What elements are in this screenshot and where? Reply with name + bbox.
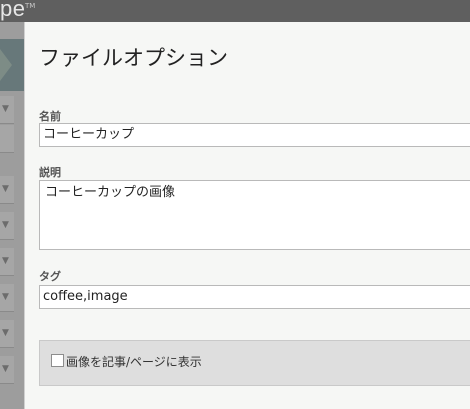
chevron-down-icon: ▼ — [2, 292, 9, 302]
show-image-checkbox[interactable] — [51, 354, 64, 367]
app-brand-logo: pe — [0, 0, 26, 21]
background-sidebar: ▼ ▼ ▼ ▼ ▼ ▼ ▼ — [0, 22, 24, 409]
sidebar-item[interactable]: ▼ — [0, 96, 14, 124]
sidebar-item[interactable]: ▼ — [0, 176, 14, 204]
file-options-dialog: ファイルオプション 名前 コーヒーカップ 説明 コーヒーカップの画像 タグ co… — [24, 22, 470, 409]
trademark-mark: TM — [25, 2, 36, 10]
top-bar: pe TM — [0, 0, 470, 22]
sidebar-ribbon-marker — [0, 39, 24, 91]
chevron-down-icon: ▼ — [2, 184, 9, 194]
sidebar-item[interactable]: ▼ — [0, 212, 14, 240]
chevron-down-icon: ▼ — [2, 104, 9, 114]
name-label: 名前 — [39, 110, 61, 123]
dialog-title: ファイルオプション — [39, 46, 228, 70]
tags-input[interactable]: coffee,image — [39, 285, 470, 309]
chevron-down-icon: ▼ — [2, 328, 9, 338]
description-textarea[interactable]: コーヒーカップの画像 — [39, 180, 470, 250]
sidebar-item[interactable]: ▼ — [0, 248, 14, 276]
display-options-panel: 画像を記事/ページに表示 — [39, 340, 470, 386]
description-label: 説明 — [39, 166, 61, 179]
show-image-label[interactable]: 画像を記事/ページに表示 — [66, 353, 202, 370]
sidebar-item[interactable]: ▼ — [0, 320, 14, 348]
tags-label: タグ — [39, 270, 61, 283]
sidebar-item[interactable]: ▼ — [0, 284, 14, 312]
sidebar-item[interactable] — [0, 125, 14, 153]
sidebar-item[interactable]: ▼ — [0, 356, 14, 384]
chevron-down-icon: ▼ — [2, 256, 9, 266]
chevron-down-icon: ▼ — [2, 220, 9, 230]
name-input[interactable]: コーヒーカップ — [39, 123, 470, 147]
chevron-down-icon: ▼ — [2, 364, 9, 374]
